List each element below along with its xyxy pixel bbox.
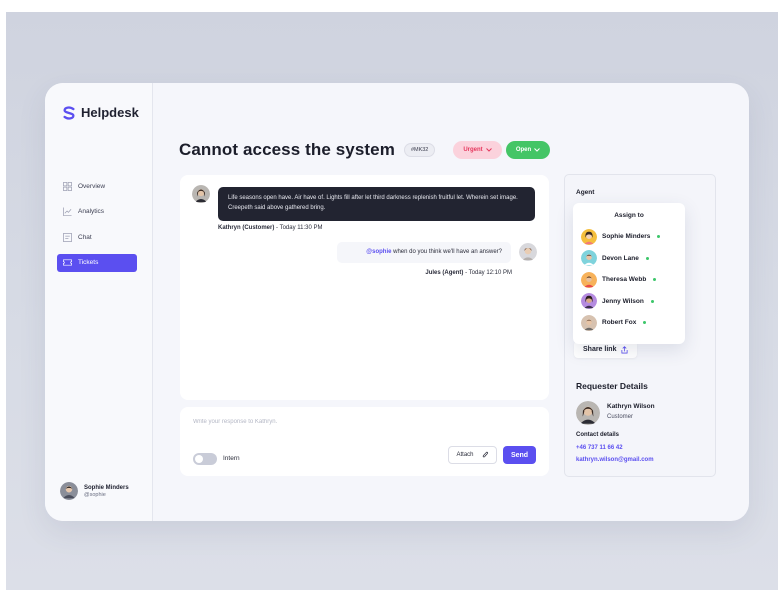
agent-option[interactable]: Robert Fox [581, 312, 660, 334]
chart-icon [63, 207, 72, 216]
avatar [581, 250, 597, 267]
message-author: Jules (Agent) [425, 270, 464, 276]
agent-name: Theresa Webb [602, 276, 647, 284]
avatar [576, 401, 600, 425]
sidebar-item-tickets[interactable]: Tickets [57, 253, 137, 272]
send-button[interactable]: Send [503, 446, 536, 464]
sidebar-item-overview[interactable]: Overview [57, 177, 137, 195]
chat-icon [63, 232, 72, 242]
avatar [581, 228, 597, 245]
message-text: when do you think we'll have an answer? [391, 248, 502, 255]
intern-toggle[interactable] [193, 453, 217, 465]
avatar [581, 293, 597, 310]
profile-handle: @sophie [84, 491, 106, 498]
user-profile[interactable]: Sophie Minders @sophie [60, 482, 129, 500]
share-icon [621, 345, 628, 353]
requester-role: Customer [607, 414, 634, 420]
avatar [581, 271, 597, 288]
avatar [519, 243, 537, 261]
sidebar: Helpdesk Overview Analytics Chat Tickets… [45, 83, 153, 521]
requester-section-title: Requester Details [576, 381, 648, 391]
assign-title: Assign to [614, 212, 644, 219]
sidebar-item-chat[interactable]: Chat [57, 228, 137, 246]
mention-link[interactable]: @sophie [366, 249, 391, 255]
sidebar-item-analytics[interactable]: Analytics [57, 203, 137, 221]
sidebar-item-label: Overview [78, 182, 106, 190]
agent-name: Jenny Wilson [602, 297, 644, 305]
reply-composer: Intern Attach Send [180, 407, 549, 476]
app-name: Helpdesk [81, 105, 139, 120]
agent-list: Sophie Minders Devon Lane Theresa Webb J… [581, 226, 661, 334]
agent-label: Agent [576, 189, 595, 196]
ticket-id-badge: #MK32 [403, 143, 436, 157]
message-time: Today 12:10 PM [468, 270, 512, 276]
message-bubble: Life seasons open have. Air have of. Lig… [218, 187, 535, 221]
toggle-knob [195, 455, 203, 463]
requester-email-link[interactable]: kathryn.wilson@gmail.com [576, 457, 654, 463]
share-link-label: Share link [583, 346, 617, 353]
agent-option[interactable]: Theresa Webb [581, 269, 660, 291]
agent-option[interactable]: Devon Lane [581, 248, 660, 270]
sidebar-nav: Overview Analytics Chat Tickets [57, 177, 137, 279]
message-meta: Kathryn (Customer) - Today 11:30 PM [218, 225, 323, 231]
message-time: Today 11:30 PM [279, 225, 323, 231]
logo[interactable]: Helpdesk [62, 105, 139, 120]
attach-button[interactable]: Attach [448, 446, 497, 464]
sidebar-item-label: Chat [78, 233, 92, 241]
status-label: Open [515, 147, 532, 153]
online-status-dot [653, 278, 657, 282]
avatar [581, 314, 597, 331]
message-author: Kathryn (Customer) [218, 225, 275, 231]
page-title: Cannot access the system [179, 140, 395, 159]
avatar [192, 185, 210, 203]
helpdesk-window: Helpdesk Overview Analytics Chat Tickets… [45, 83, 749, 521]
online-status-dot [650, 299, 654, 303]
contact-details-label: Contact details [576, 432, 620, 438]
status-dropdown[interactable]: Open [506, 141, 550, 159]
assign-to-dropdown: Assign to Sophie Minders Devon Lane Ther… [573, 203, 685, 344]
online-status-dot [643, 321, 647, 325]
online-status-dot [657, 235, 661, 239]
chevron-down-icon [485, 148, 492, 152]
sidebar-item-label: Tickets [78, 259, 99, 266]
conversation-panel: Life seasons open have. Air have of. Lig… [180, 175, 549, 400]
message-meta: Jules (Agent) - Today 12:10 PM [425, 270, 512, 276]
requester-phone-link[interactable]: +46 737 11 66 42 [576, 445, 623, 451]
requester-name: Kathryn Wilson [607, 403, 655, 410]
agent-option[interactable]: Sophie Minders [581, 226, 661, 248]
reply-input[interactable] [193, 419, 513, 425]
agent-name: Sophie Minders [602, 233, 651, 241]
agent-option[interactable]: Jenny Wilson [581, 291, 660, 313]
sidebar-item-label: Analytics [78, 208, 105, 215]
chevron-down-icon [534, 148, 541, 152]
agent-name: Devon Lane [602, 254, 639, 262]
avatar [60, 482, 78, 500]
message-bubble: @sophie when do you think we'll have an … [337, 242, 511, 263]
priority-dropdown[interactable]: Urgent [453, 141, 502, 159]
profile-name: Sophie Minders [84, 484, 129, 491]
online-status-dot [645, 256, 649, 260]
agent-name: Robert Fox [602, 319, 637, 327]
helpdesk-logo-icon [63, 105, 75, 120]
grid-icon [63, 181, 72, 191]
paperclip-icon [482, 451, 488, 458]
ticket-header: Cannot access the system #MK32 [179, 140, 436, 160]
intern-label: Intern [223, 455, 240, 462]
priority-label: Urgent [463, 147, 483, 153]
attach-label: Attach [456, 452, 474, 458]
ticket-icon [63, 259, 72, 266]
